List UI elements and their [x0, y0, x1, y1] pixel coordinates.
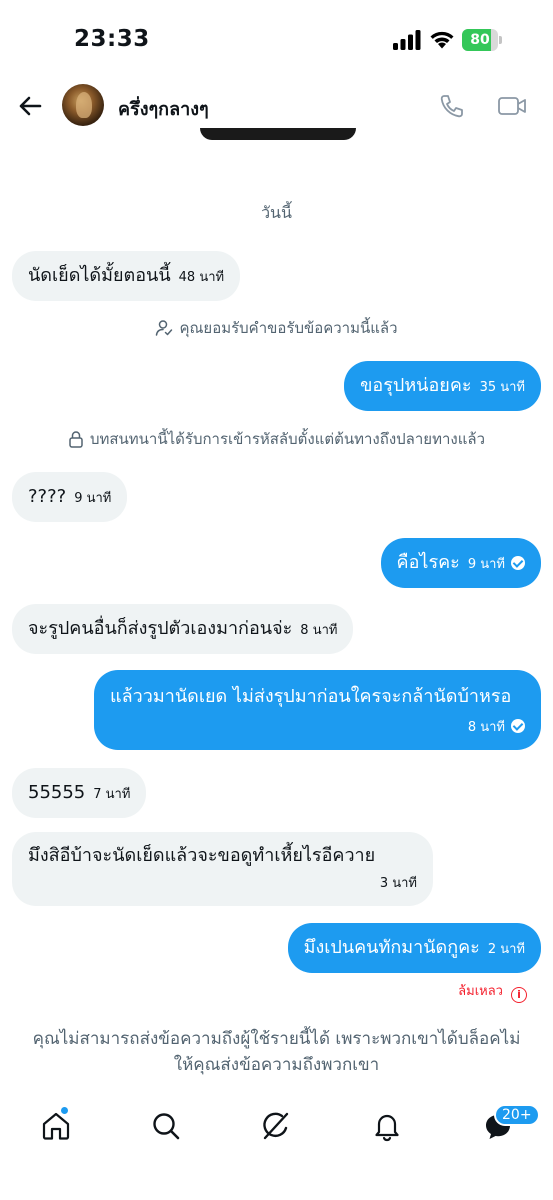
message-bubble-incoming[interactable]: ???? 9 นาที — [12, 472, 128, 522]
chat-name[interactable]: ครึ่งๆกลางๆ — [118, 94, 209, 123]
message-text: ขอรุปหน่อยคะ — [360, 375, 472, 396]
cellular-signal-icon — [393, 30, 421, 50]
bell-icon[interactable] — [371, 1110, 403, 1142]
phone-icon[interactable] — [438, 92, 466, 120]
date-label: วันนี้ — [261, 203, 292, 222]
back-arrow-icon[interactable] — [14, 90, 46, 122]
message-time: 8 นาที — [300, 623, 338, 638]
message-bubble-outgoing[interactable]: ขอรุปหน่อยคะ 35 นาที — [344, 361, 541, 411]
message-text: มึงสิอีบ้าจะนัดเย็ดแล้วจะขอดูทำเหี้ยไรอี… — [28, 845, 376, 866]
seen-check-icon — [511, 719, 525, 733]
grok-icon[interactable] — [260, 1110, 292, 1142]
message-bubble-incoming[interactable]: จะรูปคนอื่นก็ส่งรูปตัวเองมาก่อนจ่ะ 8 นาที — [12, 604, 354, 654]
avatar[interactable] — [62, 84, 104, 126]
search-icon[interactable] — [150, 1110, 182, 1142]
send-failed-status[interactable]: ล้มเหลว i — [458, 980, 527, 1003]
wifi-icon — [430, 31, 454, 49]
message-text: คือไรคะ — [396, 552, 460, 573]
scroll-edge — [200, 128, 356, 140]
message-time: 9 นาที — [467, 557, 505, 572]
message-time: 8 นาที — [467, 720, 505, 735]
message-bubble-outgoing[interactable]: คือไรคะ 9 นาที — [380, 538, 541, 588]
system-notice-encrypted: บทสนทนานี้ได้รับการเข้ารหัสลับตั้งแต่ต้น… — [0, 427, 553, 451]
message-text: จะรูปคนอื่นก็ส่งรูปตัวเองมาก่อนจ่ะ — [28, 618, 293, 639]
message-bubble-incoming[interactable]: 55555 7 นาที — [12, 768, 147, 818]
seen-check-icon — [511, 556, 525, 570]
message-text: 55555 — [28, 782, 86, 803]
home-notification-dot — [60, 1106, 69, 1115]
message-time: 3 นาที — [379, 876, 417, 891]
lock-icon — [69, 431, 83, 448]
message-bubble-incoming[interactable]: นัดเย็ดได้มั้ยตอนนี้ 48 นาที — [12, 251, 241, 301]
battery-level: 80 — [470, 32, 490, 48]
message-time: 2 นาที — [487, 942, 525, 957]
message-time: 7 นาที — [93, 787, 131, 802]
messages-badge: 20+ — [494, 1104, 540, 1126]
chat-header: ครึ่งๆกลางๆ — [0, 80, 553, 134]
error-info-icon: i — [511, 987, 527, 1003]
status-bar: 23:33 80 — [0, 0, 553, 80]
home-icon[interactable] — [40, 1110, 72, 1142]
bottom-nav: 20+ — [0, 1100, 553, 1200]
person-check-icon — [156, 320, 173, 336]
system-notice-accepted: คุณยอมรับคำขอรับข้อความนี้แล้ว — [0, 316, 553, 340]
battery-indicator: 80 — [462, 29, 502, 51]
message-bubble-outgoing[interactable]: แล้ววมานัดเยด ไม่ส่งรุปมาก่อนใครจะกล้านั… — [94, 670, 541, 750]
message-time: 48 นาที — [178, 270, 225, 285]
message-text: มึงเปนคนทักมานัดกูคะ — [303, 937, 480, 958]
video-camera-icon[interactable] — [496, 92, 528, 120]
message-bubble-incoming[interactable]: มึงสิอีบ้าจะนัดเย็ดแล้วจะขอดูทำเหี้ยไรอี… — [12, 832, 433, 906]
message-time: 9 นาที — [74, 491, 112, 506]
message-bubble-outgoing[interactable]: มึงเปนคนทักมานัดกูคะ 2 นาที — [287, 923, 541, 973]
message-time: 35 นาที — [479, 380, 525, 395]
status-time: 23:33 — [74, 26, 150, 52]
message-text: ???? — [28, 486, 67, 507]
message-text: นัดเย็ดได้มั้ยตอนนี้ — [28, 265, 171, 286]
blocked-notice: คุณไม่สามารถส่งข้อความถึงผู้ใช้รายนี้ได้… — [32, 1029, 521, 1075]
message-text: แล้ววมานัดเยด ไม่ส่งรุปมาก่อนใครจะกล้านั… — [110, 686, 512, 707]
